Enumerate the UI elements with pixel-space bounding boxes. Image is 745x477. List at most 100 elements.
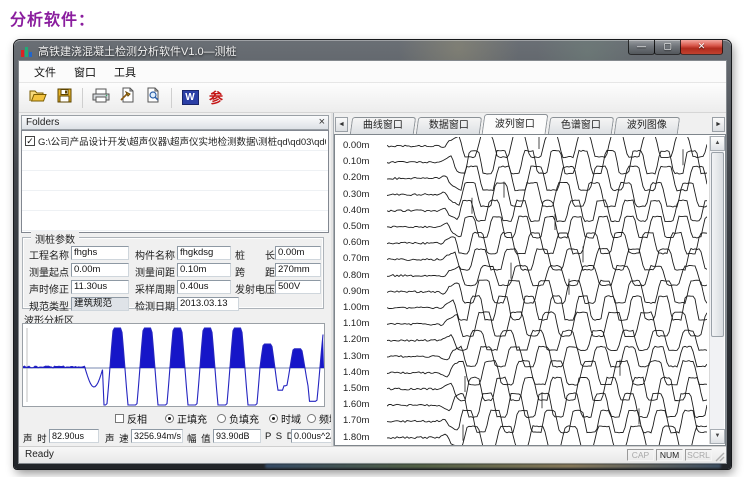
group-title: 测桩参数 <box>31 231 79 246</box>
depth-label: 0.20m <box>343 172 369 183</box>
depth-label: 1.70m <box>343 415 369 426</box>
save-icon <box>57 88 72 108</box>
depth-label: 0.00m <box>343 140 369 151</box>
menu-file[interactable]: 文件 <box>25 62 65 82</box>
pile-params-group: 测桩参数 工程名称 fhghs 构件名称 fhgkdsg 桩 长 0.00m <box>22 237 324 309</box>
wavetrain-panel: 0.00m0.10m0.20m0.30m0.40m0.50m0.60m0.70m… <box>334 134 726 446</box>
radio-negative-fill[interactable]: 负填充 <box>217 411 259 426</box>
tab-spectrum-window[interactable]: 色谱窗口 <box>548 117 614 134</box>
depth-label: 1.50m <box>343 383 369 394</box>
voltage-field[interactable]: 500V <box>275 280 321 294</box>
tab-curve-window[interactable]: 曲线窗口 <box>350 117 416 134</box>
close-button[interactable]: ✕ <box>680 40 723 55</box>
analysis-plot <box>22 323 325 407</box>
window-title: 高铁建浇混凝土检测分析软件V1.0—测桩 <box>38 43 611 59</box>
amplitude-field[interactable]: 93.90dB <box>213 429 261 443</box>
radio-time-domain[interactable]: 时域 <box>269 411 301 426</box>
app-window: 高铁建浇混凝土检测分析软件V1.0—测桩 — ▢ ✕ 文件 窗口 工具 <box>14 40 731 469</box>
word-icon: W <box>182 90 199 105</box>
pile-length-field[interactable]: 0.00m <box>275 246 321 260</box>
radio-icon <box>217 414 226 423</box>
wave-traces <box>387 137 707 450</box>
printer-icon <box>92 88 110 108</box>
open-folder-icon <box>29 88 47 108</box>
toolbar-separator <box>82 88 83 108</box>
radio-positive-fill[interactable]: 正填充 <box>165 411 207 426</box>
tab-bar: ◄ 曲线窗口 数据窗口 波列窗口 色谱窗口 波列图像 ► <box>334 113 726 134</box>
tab-scroll-right-icon[interactable]: ► <box>712 117 725 132</box>
invert-checkbox[interactable]: 反相 <box>115 411 147 426</box>
radio-icon <box>307 414 316 423</box>
app-icon <box>21 44 34 56</box>
toolbar-separator <box>171 88 172 108</box>
depth-label: 0.30m <box>343 189 369 200</box>
menu-tools[interactable]: 工具 <box>105 62 145 82</box>
folder-checkbox[interactable]: ✓ <box>25 136 35 146</box>
resize-grip[interactable] <box>713 450 725 462</box>
right-pane: ◄ 曲线窗口 数据窗口 波列窗口 色谱窗口 波列图像 ► 0.00m 0.10m 0… <box>334 113 726 446</box>
parameter-icon: 参 <box>209 88 223 108</box>
project-name-field[interactable]: fhghs <box>71 246 129 260</box>
depth-label: 0.50m <box>343 221 369 232</box>
readout-row: 声 时 82.90us 声 速 3256.94m/s 幅 值 93.90dB P… <box>19 429 331 445</box>
sound-speed-label: 声 速 <box>105 431 130 445</box>
num-indicator: NUM <box>656 449 683 461</box>
page-hammer-icon <box>119 87 135 108</box>
open-button[interactable] <box>25 86 51 110</box>
status-text: Ready <box>25 449 54 460</box>
page-magnifier-icon <box>145 87 161 108</box>
sound-time-field[interactable]: 82.90us <box>49 429 99 443</box>
window-content: 文件 窗口 工具 <box>18 60 727 464</box>
print-preview-button[interactable] <box>140 86 166 110</box>
depth-label: 1.60m <box>343 399 369 410</box>
depth-label: 1.30m <box>343 351 369 362</box>
menu-window[interactable]: 窗口 <box>65 62 105 82</box>
depth-label: 1.80m <box>343 432 369 443</box>
depth-label: 0.60m <box>343 237 369 248</box>
folders-pane-header: Folders × <box>21 115 329 130</box>
folder-list[interactable]: ✓ G:\公司产品设计开发\超声仪器\超声仪实地检测数据\测桩qd\qd03\q… <box>21 130 329 233</box>
tab-scroll-left-icon[interactable]: ◄ <box>335 117 348 132</box>
folder-path: G:\公司产品设计开发\超声仪器\超声仪实地检测数据\测桩qd\qd03\qd0… <box>38 134 326 148</box>
keyboard-indicators: CAP NUM SCRL <box>627 449 712 461</box>
span-field[interactable]: 270mm <box>275 263 321 277</box>
depth-label: 0.80m <box>343 270 369 281</box>
sample-period-field[interactable]: 0.40us <box>177 280 231 294</box>
time-correction-field[interactable]: 11.30us <box>71 280 129 294</box>
test-date-field[interactable]: 2013.03.13 <box>177 297 239 311</box>
spec-type-field[interactable]: 建筑规范 <box>71 297 129 311</box>
depth-label: 1.10m <box>343 318 369 329</box>
maximize-button[interactable]: ▢ <box>654 40 681 55</box>
measure-interval-field[interactable]: 0.10m <box>177 263 231 277</box>
tab-data-window[interactable]: 数据窗口 <box>416 117 482 134</box>
depth-label: 0.40m <box>343 205 369 216</box>
pane-close-icon[interactable]: × <box>319 116 325 129</box>
minimize-button[interactable]: — <box>628 40 655 55</box>
scroll-down-icon[interactable]: ▼ <box>710 429 725 444</box>
sound-speed-field[interactable]: 3256.94m/s <box>131 429 183 443</box>
depth-label: 0.10m <box>343 156 369 167</box>
component-name-field[interactable]: fhgkdsg <box>177 246 231 260</box>
scrollbar-thumb[interactable] <box>711 152 724 337</box>
status-bar: Ready CAP NUM SCRL <box>19 446 726 463</box>
tab-wavetrain-window[interactable]: 波列窗口 <box>482 114 549 134</box>
measure-start-field[interactable]: 0.00m <box>71 263 129 277</box>
depth-label: 1.20m <box>343 334 369 345</box>
print-setup-button[interactable] <box>114 86 140 110</box>
title-bar[interactable]: 高铁建浇混凝土检测分析软件V1.0—测桩 — ▢ ✕ <box>14 40 731 60</box>
caps-indicator: CAP <box>627 449 654 461</box>
save-button[interactable] <box>51 86 77 110</box>
depth-label: 0.90m <box>343 286 369 297</box>
screenshot-page: 分析软件： 高铁建浇混凝土检测分析软件V1.0—测桩 — ▢ ✕ 文件 窗口 工… <box>0 0 745 477</box>
analysis-controls: 反相 正填充 负填充 时域 频域 <box>19 411 331 425</box>
radio-icon <box>269 414 278 423</box>
export-word-button[interactable]: W <box>177 86 203 110</box>
print-button[interactable] <box>88 86 114 110</box>
vertical-scrollbar[interactable]: ▲ ▼ <box>709 136 724 444</box>
scroll-up-icon[interactable]: ▲ <box>710 136 725 151</box>
checkbox-icon <box>115 414 124 423</box>
page-title: 分析软件： <box>10 6 95 30</box>
tab-wavetrain-image[interactable]: 波列图像 <box>614 117 680 134</box>
folder-item[interactable]: ✓ G:\公司产品设计开发\超声仪器\超声仪实地检测数据\测桩qd\qd03\q… <box>25 134 326 148</box>
parameter-button[interactable]: 参 <box>203 86 229 110</box>
